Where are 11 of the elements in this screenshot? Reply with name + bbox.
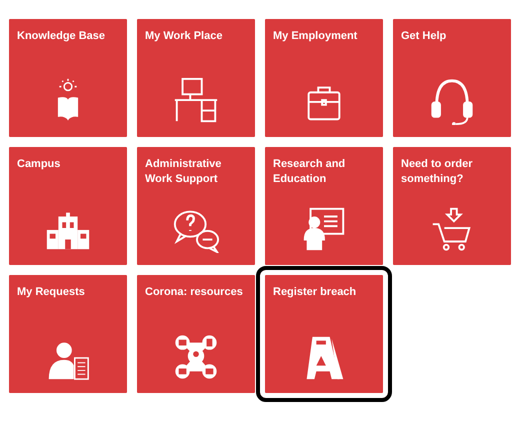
tile[interactable]: Need to order something? bbox=[393, 147, 511, 265]
tile[interactable]: Research and Education bbox=[265, 147, 383, 265]
tile[interactable]: My Work Place bbox=[137, 19, 255, 137]
tile[interactable]: Campus bbox=[9, 147, 127, 265]
tile[interactable]: Knowledge Base bbox=[9, 19, 127, 137]
tile[interactable]: My Requests bbox=[9, 275, 127, 393]
tile[interactable]: Administrative Work Support bbox=[137, 147, 255, 265]
tile[interactable]: My Employment bbox=[265, 19, 383, 137]
tile[interactable]: Corona: resources bbox=[137, 275, 255, 393]
tile[interactable]: Register breach bbox=[256, 266, 392, 402]
tile[interactable]: Get Help bbox=[393, 19, 511, 137]
